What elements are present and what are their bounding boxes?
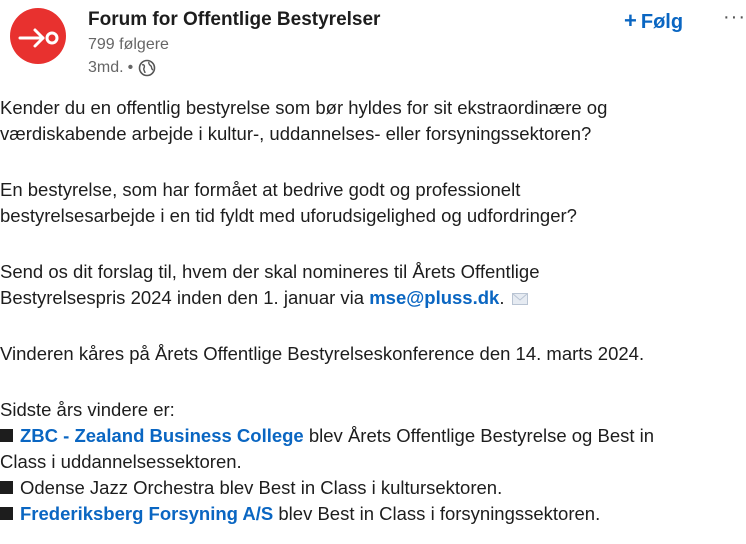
plus-icon: + <box>624 8 637 33</box>
org-name[interactable]: Forum for Offentlige Bestyrelser <box>88 9 380 31</box>
winner-link-frederiksberg[interactable]: Frederiksberg Forsyning A/S <box>20 503 273 524</box>
bullet-square-icon <box>0 429 13 442</box>
arrow-circle-icon <box>18 28 59 48</box>
post-meta: 3md. • <box>88 59 156 77</box>
email-link[interactable]: mse@pluss.dk <box>369 287 499 308</box>
post-body: Kender du en offentlig bestyrelse som bø… <box>0 95 746 527</box>
globe-icon <box>138 59 156 77</box>
winner-text: blev Årets Offentlige Bestyrelse og Best… <box>303 425 655 446</box>
post-text-line: Sidste års vindere er: <box>0 399 175 420</box>
post-header: Forum for Offentlige Bestyrelser 799 føl… <box>0 0 746 90</box>
winner-item: Odense Jazz Orchestra blev Best in Class… <box>0 475 746 501</box>
envelope-icon <box>512 293 529 305</box>
post-text-line: En bestyrelse, som har formået at bedriv… <box>0 179 521 200</box>
post-time: 3md. <box>88 59 124 76</box>
bullet-square-icon <box>0 481 13 494</box>
post-text: . <box>499 287 505 308</box>
more-options-icon[interactable]: ··· <box>723 6 746 29</box>
bullet-square-icon <box>0 507 13 520</box>
post-text-line: bestyrelsesarbejde i en tid fyldt med uf… <box>0 205 577 226</box>
winner-item: Frederiksberg Forsyning A/S blev Best in… <box>0 501 746 527</box>
post-text-line: Vinderen kåres på Årets Offentlige Besty… <box>0 343 645 364</box>
post-text-line: værdiskabende arbejde i kultur-, uddanne… <box>0 123 592 144</box>
winner-link-zbc[interactable]: ZBC - Zealand Business College <box>20 425 304 446</box>
org-logo[interactable] <box>10 8 66 64</box>
post-text-line: Class i uddannelsessektoren. <box>0 451 242 472</box>
winner-text: Odense Jazz Orchestra blev Best in Class… <box>20 477 503 498</box>
meta-separator: • <box>127 59 134 76</box>
follow-button[interactable]: + Følg <box>624 8 683 34</box>
follow-label: Følg <box>640 11 684 33</box>
winner-text: blev Best in Class i forsyningssektoren. <box>273 503 601 524</box>
follower-count: 799 følgere <box>88 36 169 53</box>
post-text-line: Bestyrelsespris 2024 inden den 1. januar… <box>0 285 746 311</box>
winner-item: ZBC - Zealand Business College blev Året… <box>0 423 746 449</box>
post-text-line: Send os dit forslag til, hvem der skal n… <box>0 261 540 282</box>
post-text-line: Kender du en offentlig bestyrelse som bø… <box>0 97 608 118</box>
post-text: Bestyrelsespris 2024 inden den 1. januar… <box>0 287 370 308</box>
